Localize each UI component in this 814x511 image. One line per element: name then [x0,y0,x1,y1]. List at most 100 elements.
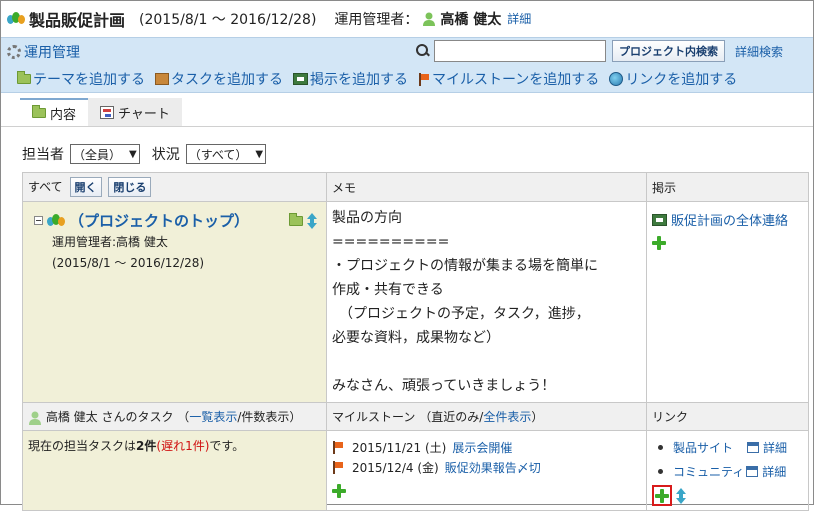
bottom-row: 現在の担当タスクは2件(遅れ1件)です。 2015/11/21 (土) 展示会開… [22,430,809,511]
manager-label: 運用管理者： [334,11,419,28]
task-header: 高橋 健太 さんのタスク （一覧表示/件数表示） [22,402,327,431]
col-memo-header: メモ [326,172,647,202]
late-task-link[interactable]: 遅れ1件 [161,439,205,453]
link-item-label[interactable]: コミュニティ [673,463,744,480]
milestone-title-link[interactable]: 展示会開催 [452,439,512,456]
milestone-label: マイルストーン [332,410,416,424]
tab-content-label: 内容 [50,107,77,123]
top-period: (2015/8/1 ～ 2016/12/28) [52,256,205,270]
add-board-action[interactable]: 掲示を追加する [293,69,408,89]
globe-icon [609,72,624,86]
project-top-link[interactable]: （プロジェクトのトップ） [69,210,249,231]
person-icon [28,411,42,425]
manager-detail-link[interactable]: 詳細 [507,10,531,27]
project-people-icon [47,213,65,228]
add-theme-link[interactable]: テーマを追加する [33,69,145,89]
tab-content[interactable]: 内容 [20,98,89,126]
milestone-date: 2015/11/21 (土) [352,440,447,455]
reorder-icon[interactable] [307,212,317,229]
status-label: 状況 [151,147,180,163]
add-link-link[interactable]: リンクを追加する [625,69,737,89]
admin-link[interactable]: 運用管理 [24,42,80,62]
project-grid: すべて 開く 閉じる メモ 掲示 （プロジェクトのトップ） 運用管理者:高橋 健… [22,172,809,511]
milestone-header: マイルストーン （直近のみ/全件表示） [326,402,647,431]
window-icon [746,465,759,477]
add-milestone-plus-icon[interactable] [332,483,346,498]
tab-chart-label: チャート [118,106,170,122]
memo-cell: 製品の方向 ========== ・プロジェクトの情報が集まる場を簡単に 作成・… [326,201,647,403]
person-icon [422,12,436,26]
add-link-plus-icon[interactable] [655,488,669,503]
window-icon [747,441,760,453]
search-input[interactable] [434,40,606,62]
task-status-prefix: 現在の担当タスクは [28,439,137,453]
board-item-link[interactable]: 販促計画の全体連絡 [671,210,788,229]
board-icon [293,73,308,85]
add-milestone-action[interactable]: マイルストーンを追加する [418,69,599,89]
milestone-cell: 2015/11/21 (土) 展示会開催 2015/12/4 (金) 販促効果報… [326,430,647,511]
add-board-link[interactable]: 掲示を追加する [310,69,408,89]
close-all-button[interactable]: 閉じる [108,177,152,197]
add-link-highlight[interactable] [652,485,672,506]
milestone-title-link[interactable]: 販促効果報告〆切 [445,459,541,476]
link-detail[interactable]: 詳細 [763,439,787,456]
board-icon [652,213,667,226]
chevron-down-icon: ▼ [129,148,137,160]
filter-bar: 担当者 （全員） ▼ 状況 （すべて） ▼ [22,144,278,164]
board-cell: 販促計画の全体連絡 [646,201,809,403]
status-value: （すべて） [188,147,248,162]
milestone-item: 2015/12/4 (金) 販促効果報告〆切 [332,457,641,477]
add-task-link[interactable]: タスクを追加する [171,69,283,89]
search-area: プロジェクト内検索 詳細検索 [416,40,783,62]
top-manager: 運用管理者:高橋 健太 [52,235,168,249]
col-all-label: すべて [28,180,63,194]
top-row: （プロジェクトのトップ） 運用管理者:高橋 健太 (2015/8/1 ～ 201… [22,201,809,403]
add-board-plus-icon[interactable] [652,235,666,250]
milestone-date: 2015/12/4 (金) [352,460,439,475]
memo-text: 製品の方向 ========== ・プロジェクトの情報が集まる場を簡単に 作成・… [332,210,598,394]
assignee-select[interactable]: （全員） ▼ [70,144,140,164]
admin-row: 運用管理 [7,41,80,63]
link-item: コミュニティ 詳細 [652,459,803,483]
add-task-action[interactable]: タスクを追加する [155,69,283,89]
grid-header-row: すべて 開く 閉じる メモ 掲示 [22,172,809,202]
action-row: テーマを追加する タスクを追加する 掲示を追加する マイルストーンを追加する リ… [17,68,747,90]
show-all-link[interactable]: 全件表示 [483,410,531,424]
recent-only-label: 直近のみ [431,410,480,424]
advanced-search-link[interactable]: 詳細検索 [735,43,783,60]
manager-name: 高橋 健太 [440,11,502,28]
project-toolbar: 運用管理 プロジェクト内検索 詳細検索 テーマを追加する タスクを追加する 掲示… [1,37,813,93]
chevron-down-icon: ▼ [255,148,264,160]
task-user-label: 高橋 健太 さんのタスク [45,410,174,424]
link-item-label[interactable]: 製品サイト [673,439,733,456]
reorder-icon[interactable] [676,487,686,504]
link-cell: 製品サイト 詳細 コミュニティ 詳細 [646,430,809,511]
open-all-button[interactable]: 開く [69,177,102,197]
milestone-item: 2015/11/21 (土) 展示会開催 [332,437,641,457]
tab-divider [1,126,813,127]
count-view-label: 件数表示 [241,410,290,424]
tab-chart[interactable]: チャート [88,98,182,126]
add-theme-action[interactable]: テーマを追加する [17,69,145,89]
folder-icon[interactable] [289,212,303,226]
flag-icon [418,72,430,86]
status-select[interactable]: （すべて） ▼ [185,144,267,164]
col-board-header: 掲示 [646,172,809,202]
assignee-value: （全員） [73,147,122,162]
folder-icon [32,105,46,118]
add-milestone-link[interactable]: マイルストーンを追加する [432,69,599,89]
add-link-action[interactable]: リンクを追加する [609,69,737,89]
top-cell: （プロジェクトのトップ） 運用管理者:高橋 健太 (2015/8/1 ～ 201… [22,201,327,403]
project-search-button[interactable]: プロジェクト内検索 [612,40,725,62]
task-count: 2件 [136,439,157,453]
project-period: (2015/8/1 ～ 2016/12/28) [139,11,317,28]
view-tabs: 内容 チャート [20,98,182,126]
folder-icon [17,71,31,84]
link-detail[interactable]: 詳細 [762,463,786,480]
search-icon [416,44,430,58]
list-view-link[interactable]: 一覧表示 [189,410,237,424]
col-all-header: すべて 開く 閉じる [22,172,327,202]
link-item: 製品サイト 詳細 [652,435,803,459]
collapse-icon[interactable] [34,216,43,225]
page-header: 製品販促計画 (2015/8/1 ～ 2016/12/28) 運用管理者： 高橋… [1,1,813,36]
